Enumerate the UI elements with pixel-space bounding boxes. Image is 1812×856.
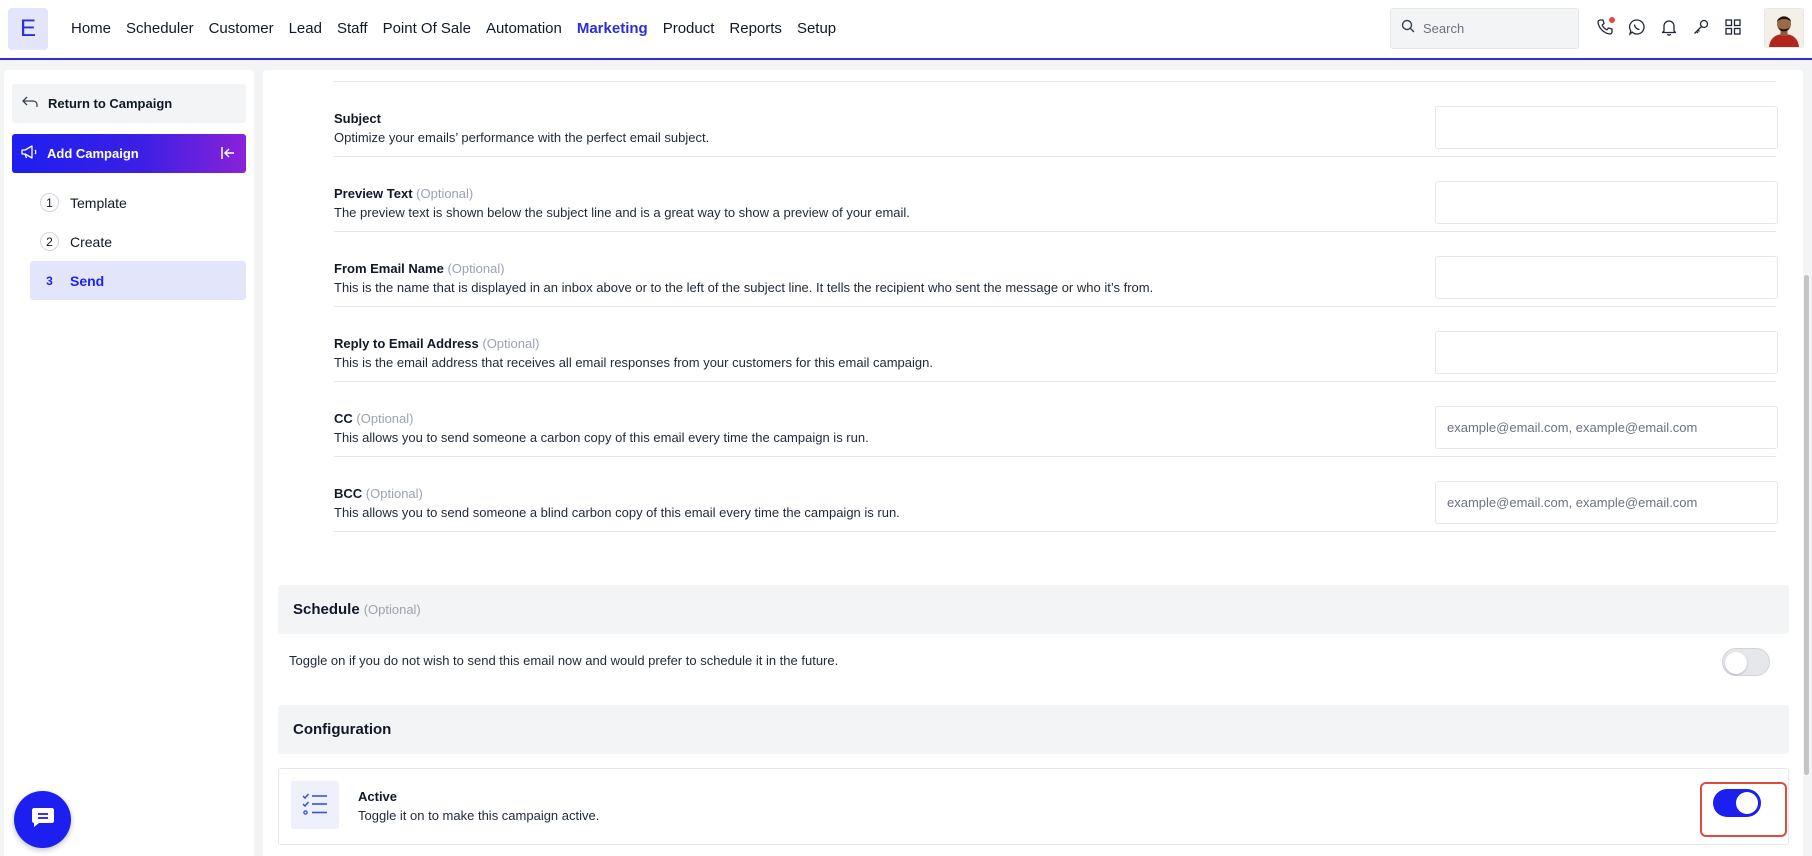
search-icon xyxy=(1401,19,1415,38)
schedule-title: Schedule xyxy=(293,601,360,618)
nav-staff[interactable]: Staff xyxy=(337,20,368,37)
optional-label: (Optional) xyxy=(447,261,505,276)
reply-to-email-address-input[interactable] xyxy=(1435,331,1778,374)
main-nav: Home Scheduler Customer Lead Staff Point Of S… xyxy=(71,0,836,56)
search-input[interactable] xyxy=(1423,21,1563,36)
phone-icon[interactable] xyxy=(1595,16,1615,38)
checklist-icon xyxy=(291,781,339,829)
field-description: The preview text is shown below the subj… xyxy=(334,205,910,220)
field-title-text: Preview Text xyxy=(334,186,413,201)
field-title: Reply to Email Address (Optional) xyxy=(334,336,539,351)
field-row-subject: Subject Optimize your emails’ performance… xyxy=(334,82,1778,157)
bell-icon[interactable] xyxy=(1659,16,1679,38)
field-title-text: From Email Name xyxy=(334,261,444,276)
active-config-card: Active Toggle it on to make this campaig… xyxy=(278,768,1789,845)
preview-text-input[interactable] xyxy=(1435,181,1778,224)
field-title-text: Subject xyxy=(334,111,381,126)
step-number: 1 xyxy=(40,193,59,212)
field-title-text: BCC xyxy=(334,486,363,501)
nav-lead[interactable]: Lead xyxy=(289,20,322,37)
step-number: 2 xyxy=(40,232,59,251)
scrollbar[interactable] xyxy=(1804,275,1809,775)
add-campaign-header: Add Campaign xyxy=(12,134,246,173)
step-send[interactable]: 3 Send xyxy=(30,261,246,300)
key-icon[interactable] xyxy=(1691,16,1711,38)
chat-icon xyxy=(31,806,55,833)
field-title: BCC (Optional) xyxy=(334,486,423,501)
return-label: Return to Campaign xyxy=(48,96,173,111)
search-box[interactable] xyxy=(1390,8,1579,49)
toggle-knob xyxy=(1725,652,1747,674)
nav-automation[interactable]: Automation xyxy=(486,20,562,37)
field-title: Preview Text (Optional) xyxy=(334,186,473,201)
configuration-title: Configuration xyxy=(293,721,392,738)
field-row-from-email-name: From Email Name (Optional) This is the na… xyxy=(334,232,1778,307)
active-title: Active xyxy=(358,789,398,804)
field-row-reply-to-email-address: Reply to Email Address (Optional) This is… xyxy=(334,307,1778,382)
step-label: Create xyxy=(70,233,113,250)
campaign-sidebar: Return to Campaign Add Campaign 1 Templa… xyxy=(4,70,254,856)
back-arrow-icon xyxy=(22,96,38,111)
field-title-text: CC xyxy=(334,411,353,426)
schedule-toggle[interactable] xyxy=(1722,648,1770,676)
collapse-sidebar-icon[interactable] xyxy=(220,145,236,164)
apps-grid-icon[interactable] xyxy=(1723,16,1743,38)
field-title: From Email Name (Optional) xyxy=(334,261,505,276)
optional-label: (Optional) xyxy=(416,186,474,201)
subject-input[interactable] xyxy=(1435,106,1778,149)
app-logo[interactable]: E xyxy=(8,8,48,50)
field-row-cc: CC (Optional) This allows you to send som… xyxy=(334,382,1778,457)
nav-reports[interactable]: Reports xyxy=(729,20,782,37)
add-campaign-label: Add Campaign xyxy=(47,146,139,161)
cc-input[interactable] xyxy=(1435,406,1778,449)
from-email-name-input[interactable] xyxy=(1435,256,1778,299)
configuration-section-header: Configuration xyxy=(278,705,1789,754)
schedule-section-header: Schedule (Optional) xyxy=(278,585,1789,634)
return-to-campaign-button[interactable]: Return to Campaign xyxy=(12,84,246,123)
step-number: 3 xyxy=(40,271,59,290)
highlight-box xyxy=(1700,782,1787,837)
schedule-description: Toggle on if you do not wish to send thi… xyxy=(289,653,839,668)
optional-label: (Optional) xyxy=(356,411,414,426)
megaphone-icon xyxy=(21,145,39,162)
nav-marketing[interactable]: Marketing xyxy=(577,20,648,37)
field-description: This allows you to send someone a blind … xyxy=(334,505,900,520)
user-avatar[interactable] xyxy=(1764,8,1804,48)
whatsapp-icon[interactable] xyxy=(1627,16,1647,38)
field-description: This is the email address that receives … xyxy=(334,355,933,370)
step-template[interactable]: 1 Template xyxy=(30,183,246,222)
top-icons xyxy=(1595,16,1743,38)
step-label: Template xyxy=(70,194,127,211)
step-label: Send xyxy=(70,272,105,289)
notification-dot xyxy=(1609,17,1615,23)
optional-label: (Optional) xyxy=(482,336,540,351)
field-description: This is the name that is displayed in an… xyxy=(334,280,1154,295)
nav-customer[interactable]: Customer xyxy=(209,20,274,37)
field-title-text: Reply to Email Address xyxy=(334,336,479,351)
field-description: This allows you to send someone a carbon… xyxy=(334,430,869,445)
field-title: CC (Optional) xyxy=(334,411,413,426)
nav-scheduler[interactable]: Scheduler xyxy=(126,20,194,37)
nav-product[interactable]: Product xyxy=(663,20,715,37)
step-create[interactable]: 2 Create xyxy=(30,222,246,261)
nav-point-of-sale[interactable]: Point Of Sale xyxy=(383,20,471,37)
schedule-optional-label: (Optional) xyxy=(363,602,421,617)
field-row-bcc: BCC (Optional) This allows you to send so… xyxy=(334,457,1778,532)
top-navbar: E Home Scheduler Customer Lead Staff Point Of… xyxy=(0,0,1812,60)
nav-setup[interactable]: Setup xyxy=(797,20,836,37)
campaign-steps: 1 Template 2 Create 3 Send xyxy=(30,183,246,300)
field-row-preview-text: Preview Text (Optional) The preview text … xyxy=(334,157,1778,232)
field-title: Subject xyxy=(334,111,381,126)
bcc-input[interactable] xyxy=(1435,481,1778,524)
send-settings-panel: Subject Optimize your emails’ performance… xyxy=(263,70,1803,856)
nav-home[interactable]: Home xyxy=(71,20,111,37)
active-description: Toggle it on to make this campaign activ… xyxy=(358,808,600,823)
optional-label: (Optional) xyxy=(365,486,423,501)
chat-support-button[interactable] xyxy=(14,791,71,848)
field-description: Optimize your emails’ performance with t… xyxy=(334,130,710,145)
